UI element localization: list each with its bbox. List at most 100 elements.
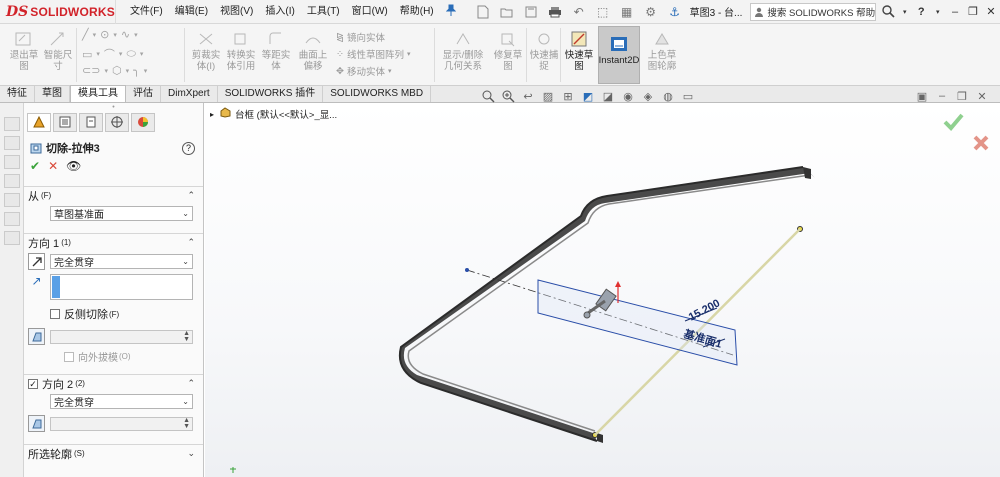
strip-tool-icon[interactable]	[4, 117, 20, 131]
hide-show-items-icon[interactable]: ◉	[620, 89, 636, 103]
offset-entities-button[interactable]: 等距实 体	[258, 30, 294, 72]
linear-pattern-button[interactable]: ⁘ 线性草图阵列 ▾	[336, 47, 411, 62]
strip-tool-icon[interactable]	[4, 212, 20, 226]
rapid-sketch-button[interactable]: 快速草 图	[562, 30, 596, 72]
ok-checkmark-icon[interactable]	[943, 113, 964, 131]
save-icon[interactable]	[520, 2, 542, 22]
draft-icon[interactable]	[28, 415, 45, 432]
edit-appearance-icon[interactable]: ◈	[640, 89, 656, 103]
panel-grip[interactable]: •	[24, 103, 203, 112]
cancel-x-icon[interactable]: ✕	[48, 159, 58, 173]
configuration-manager-tab-icon[interactable]	[79, 112, 103, 132]
help-dropdown-icon[interactable]: ▾	[930, 8, 946, 16]
from-section-header[interactable]: 从 (F) ⌃	[24, 186, 203, 204]
dynamic-annotation-icon[interactable]: ⊞	[560, 89, 576, 103]
viewport-restore-icon[interactable]: ❐	[954, 89, 970, 103]
strip-tool-icon[interactable]	[4, 155, 20, 169]
strip-tool-icon[interactable]	[4, 136, 20, 150]
selected-contours-section-header[interactable]: 所选轮廓 (S) ⌄	[24, 444, 203, 462]
draft-icon[interactable]	[28, 328, 45, 345]
draft-angle-spinner[interactable]: ▲ ▼	[50, 329, 193, 344]
strip-tool-icon[interactable]	[4, 174, 20, 188]
fillet-icon[interactable]: ╮	[133, 64, 140, 77]
line-icon[interactable]: ╱	[82, 28, 89, 41]
view-settings-icon[interactable]: ▭	[680, 89, 696, 103]
direction2-section-header[interactable]: ✓ 方向 2 (2) ⌃	[24, 374, 203, 392]
direction2-end-condition-select[interactable]: 完全贯穿 ⌄	[50, 394, 193, 409]
open-file-icon[interactable]	[496, 2, 518, 22]
reverse-direction-icon[interactable]	[28, 253, 45, 270]
instant2d-button[interactable]: Instant2D	[598, 26, 640, 84]
print-icon[interactable]	[544, 2, 566, 22]
menu-file[interactable]: 文件(F)	[124, 0, 169, 24]
spline-icon[interactable]: ∿	[121, 28, 130, 41]
rectangle-icon[interactable]: ▭	[82, 48, 92, 61]
display-style-icon[interactable]: ◪	[600, 89, 616, 103]
shaded-sketch-contours-button[interactable]: 上色草 图轮廓	[642, 30, 682, 72]
viewport-minimize-icon[interactable]: –	[934, 89, 950, 103]
help-button[interactable]: ?	[913, 6, 929, 18]
tab-mold-tools[interactable]: 模具工具	[70, 85, 126, 102]
previous-view-icon[interactable]: ↩	[520, 89, 536, 103]
solidworks-logo[interactable]: DS SOLIDWORKS	[0, 0, 116, 24]
direction2-checkbox[interactable]: ✓	[28, 378, 38, 389]
polygon-icon[interactable]: ⬡	[112, 64, 122, 77]
direction-vector-field[interactable]	[50, 274, 193, 300]
close-icon[interactable]: ✕	[982, 5, 1000, 18]
pin-icon[interactable]	[440, 4, 462, 19]
tab-sketch[interactable]: 草图	[35, 86, 70, 102]
direction1-end-condition-select[interactable]: 完全贯穿 ⌄	[50, 254, 193, 269]
section-view-icon[interactable]: ▨	[540, 89, 556, 103]
display-relations-button[interactable]: 显示/删除 几何关系	[438, 30, 488, 72]
search-dropdown-icon[interactable]: ▾	[897, 8, 913, 16]
options-gear-icon[interactable]: ⚙	[640, 2, 662, 22]
convert-entities-button[interactable]: 转换实 体引用	[222, 30, 260, 72]
restore-icon[interactable]: ❐	[964, 5, 982, 18]
feature-help-button[interactable]: ?	[182, 141, 195, 155]
detailed-preview-eye-icon[interactable]: 👁	[66, 159, 81, 173]
view-orientation-icon[interactable]: ◩	[580, 89, 596, 103]
feature-manager-tab-icon[interactable]	[27, 112, 51, 132]
tab-evaluate[interactable]: 评估	[126, 86, 161, 102]
rebuild-icon[interactable]: ▦	[616, 2, 638, 22]
dimension-value[interactable]: 15.200	[687, 297, 722, 323]
strip-tool-icon[interactable]	[4, 231, 20, 245]
tab-dimxpert[interactable]: DimXpert	[161, 86, 218, 102]
apply-scene-icon[interactable]: ◍	[660, 89, 676, 103]
minimize-icon[interactable]: –	[946, 6, 964, 18]
zoom-to-fit-icon[interactable]	[480, 89, 496, 103]
display-manager-tab-icon[interactable]	[131, 112, 155, 132]
menu-help[interactable]: 帮助(H)	[394, 0, 440, 24]
exit-sketch-button[interactable]: 退出草 图	[6, 30, 42, 72]
ok-check-icon[interactable]: ✔	[30, 159, 40, 173]
strip-tool-icon[interactable]	[4, 193, 20, 207]
tab-features[interactable]: 特征	[0, 86, 35, 102]
tab-solidworks-addins[interactable]: SOLIDWORKS 插件	[218, 86, 324, 102]
search-icon[interactable]	[880, 3, 896, 21]
menu-view[interactable]: 视图(V)	[214, 0, 259, 24]
menu-edit[interactable]: 编辑(E)	[169, 0, 214, 24]
circle-icon[interactable]: ⊙	[100, 28, 109, 41]
menu-tools[interactable]: 工具(T)	[301, 0, 346, 24]
quick-snaps-button[interactable]: 快速捕 捉	[528, 30, 560, 72]
viewport-close-icon[interactable]: ✕	[974, 89, 990, 103]
mirror-entities-button[interactable]: ⧎ 镜向实体	[336, 30, 385, 45]
cancel-x-large-icon[interactable]	[972, 134, 990, 152]
ellipse-icon[interactable]: ⬭	[126, 48, 135, 61]
zoom-area-icon[interactable]	[500, 89, 516, 103]
dimxpert-manager-tab-icon[interactable]	[105, 112, 129, 132]
flip-side-checkbox[interactable]	[50, 309, 60, 319]
direction2-draft-spinner[interactable]: ▲ ▼	[50, 416, 193, 431]
help-search-box[interactable]: 搜索 SOLIDWORKS 帮助	[750, 2, 877, 21]
repair-sketch-button[interactable]: 修复草 图	[490, 30, 526, 72]
trim-entities-button[interactable]: 剪裁实 体(I)	[188, 30, 224, 72]
flip-side-to-cut-row[interactable]: 反侧切除 (F)	[50, 306, 203, 322]
from-start-condition-select[interactable]: 草图基准面 ⌄	[50, 206, 193, 221]
new-file-icon[interactable]	[472, 2, 494, 22]
sketch-anchor-icon[interactable]: ⚓	[664, 2, 686, 22]
property-manager-tab-icon[interactable]	[53, 112, 77, 132]
tab-solidworks-mbd[interactable]: SOLIDWORKS MBD	[323, 86, 432, 102]
slot-icon[interactable]: ⊂⊃	[82, 64, 100, 77]
smart-dimension-button[interactable]: 智能尺 寸	[40, 30, 76, 72]
move-entities-button[interactable]: ✥ 移动实体 ▾	[336, 64, 392, 79]
